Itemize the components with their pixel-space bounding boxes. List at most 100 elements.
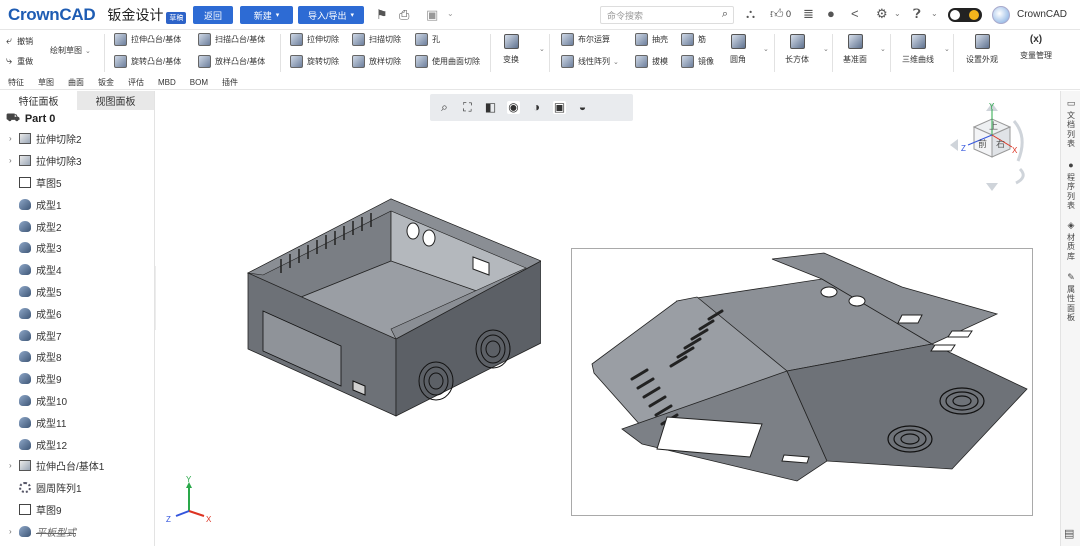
loft-cut-button[interactable]: 放样切除 <box>352 55 401 68</box>
tree-item[interactable]: 成型10 <box>0 390 154 412</box>
redo-button[interactable]: ⤷ 重做 <box>6 55 33 68</box>
properties-tab[interactable]: ✎ 属性面板 <box>1061 272 1080 323</box>
surface-cut-button[interactable]: 使用曲面切除 <box>415 55 480 68</box>
ref-plane-button[interactable]: 基准面 <box>843 34 867 65</box>
command-search-input[interactable]: 命令搜索 ⌕ <box>600 6 734 24</box>
tree-item[interactable]: › 拉伸切除2 <box>0 128 154 150</box>
sketch-button[interactable]: 绘制草图 ⌄ <box>50 45 91 56</box>
user-name[interactable]: CrownCAD <box>1017 9 1067 20</box>
chevron-right-icon[interactable]: › <box>9 156 19 165</box>
tree-item[interactable]: › 拉伸凸台/基体1 <box>0 455 154 477</box>
tree-item[interactable]: 草图9 <box>0 499 154 521</box>
tree-root[interactable]: ⛟ Part 0 <box>6 110 154 128</box>
revolve-boss-button[interactable]: 旋转凸台/基体 <box>114 55 181 68</box>
zoom-icon[interactable]: ⌕ <box>438 101 451 114</box>
render-icon[interactable]: ◒ <box>576 101 589 114</box>
list-icon[interactable]: ≣ <box>803 6 814 22</box>
tab-sheetmetal[interactable]: 钣金 <box>98 77 114 88</box>
tab-evaluate[interactable]: 评估 <box>128 77 144 88</box>
transform-button[interactable]: 变换 <box>503 34 519 65</box>
sweep-cut-button[interactable]: 扫描切除 <box>352 33 401 46</box>
tree-item[interactable]: 成型8 <box>0 346 154 368</box>
extrude-boss-button[interactable]: 拉伸凸台/基体 <box>114 33 181 46</box>
chevron-down-icon[interactable]: ⌄ <box>539 45 545 53</box>
view-cube[interactable]: 上 前 右 Y Z X <box>946 99 1038 191</box>
tab-feature-panel[interactable]: 特征面板 <box>0 91 77 110</box>
save-icon[interactable]: ▣ <box>426 7 438 23</box>
hole-button[interactable]: 孔 <box>415 33 440 46</box>
tab-view-panel[interactable]: 视图面板 <box>77 91 154 110</box>
tab-sketch[interactable]: 草图 <box>38 77 54 88</box>
tree-item[interactable]: 成型9 <box>0 368 154 390</box>
chevron-down-icon[interactable]: ⌄ <box>447 9 454 18</box>
tab-bom[interactable]: BOM <box>190 78 208 87</box>
tree-item[interactable]: 成型4 <box>0 259 154 281</box>
shell-button[interactable]: 抽壳 <box>635 33 668 46</box>
appearance-button[interactable]: 设置外观 <box>966 34 998 65</box>
avatar[interactable] <box>992 6 1010 24</box>
share-icon[interactable]: < <box>851 6 859 21</box>
variables-button[interactable]: (x) 变量管理 <box>1020 34 1052 61</box>
import-export-button[interactable]: 导入/导出 ▾ <box>298 6 364 24</box>
tree-item[interactable]: › 平板型式 <box>0 520 154 542</box>
chevron-down-icon[interactable]: ⌄ <box>931 9 938 18</box>
comment-icon[interactable]: ● <box>827 6 835 21</box>
tab-plugins[interactable]: 插件 <box>222 77 238 88</box>
chevron-down-icon[interactable]: ⌄ <box>763 45 769 53</box>
chevron-right-icon[interactable]: › <box>9 461 19 470</box>
chevron-right-icon[interactable]: › <box>9 527 19 536</box>
sweep-boss-button[interactable]: 扫描凸台/基体 <box>198 33 265 46</box>
tree-item[interactable]: 成型12 <box>0 433 154 455</box>
tree-item[interactable]: 成型5 <box>0 281 154 303</box>
section-view-icon[interactable]: ◑ <box>530 101 543 114</box>
tree-item[interactable]: › 拉伸切除3 <box>0 150 154 172</box>
fit-view-icon[interactable]: ⛶ <box>461 101 474 114</box>
linear-pattern-button[interactable]: 线性阵列 ⌄ <box>561 55 619 68</box>
tree-item[interactable]: 圆周阵列1 <box>0 477 154 499</box>
new-button[interactable]: 新建 ▾ <box>240 6 293 24</box>
view-orientation-icon[interactable]: ◧ <box>484 101 497 114</box>
fillet-button[interactable]: 圆角 <box>730 34 746 65</box>
tab-feature[interactable]: 特征 <box>8 77 24 88</box>
chevron-right-icon[interactable]: › <box>9 134 19 143</box>
material-lib-tab[interactable]: ◈ 材质库 <box>1061 220 1080 261</box>
share-tree-icon[interactable]: ⛬ <box>746 6 755 22</box>
notes-icon[interactable]: ▤ <box>1064 527 1074 540</box>
box-button[interactable]: 长方体 <box>785 34 809 65</box>
draft-button[interactable]: 拔模 <box>635 55 668 68</box>
flat-pattern-model[interactable] <box>572 249 1034 517</box>
tab-surface[interactable]: 曲面 <box>68 77 84 88</box>
print-icon[interactable]: ⎙ <box>399 7 409 23</box>
help-icon[interactable]: ❓︎ <box>913 6 921 22</box>
chevron-down-icon[interactable]: ⌄ <box>894 9 901 18</box>
tree-item[interactable]: 草图5 <box>0 172 154 194</box>
theme-toggle[interactable] <box>948 8 982 22</box>
loft-boss-button[interactable]: 放样凸台/基体 <box>198 55 265 68</box>
boolean-button[interactable]: 布尔运算 <box>561 33 610 46</box>
display-style-icon[interactable]: ▣ <box>553 101 566 114</box>
tree-item[interactable]: 成型11 <box>0 411 154 433</box>
tree-item[interactable]: 成型3 <box>0 237 154 259</box>
chevron-down-icon[interactable]: ⌄ <box>823 45 829 53</box>
tree-item[interactable]: 成型1 <box>0 193 154 215</box>
tab-mbd[interactable]: MBD <box>158 78 176 87</box>
program-list-tab[interactable]: ● 程序列表 <box>1061 160 1080 211</box>
extrude-cut-button[interactable]: 拉伸切除 <box>290 33 339 46</box>
tree-item[interactable]: 成型7 <box>0 324 154 346</box>
undo-button[interactable]: ⤶ 撤销 <box>6 35 33 48</box>
gear-icon[interactable]: ⚙ <box>876 6 888 22</box>
mirror-button[interactable]: 镜像 <box>681 55 714 68</box>
chevron-down-icon[interactable]: ⌄ <box>880 45 886 53</box>
curve3d-button[interactable]: 三维曲线 <box>902 34 934 65</box>
return-button[interactable]: 返回 <box>193 6 233 24</box>
visibility-icon[interactable]: ◉ <box>507 101 520 114</box>
search-icon[interactable]: ⌕ <box>722 8 728 21</box>
revolve-cut-button[interactable]: 旋转切除 <box>290 55 339 68</box>
tree-item[interactable]: 成型6 <box>0 302 154 324</box>
viewport-canvas[interactable]: ⌕ ⛶ ◧ ◉ ◑ ▣ ◒ 上 前 右 Y Z X Y X Z <box>156 91 1060 546</box>
thumbs-up-icon[interactable]: 👍︎ <box>770 6 784 22</box>
flat-pattern-view[interactable] <box>571 248 1033 516</box>
rib-button[interactable]: 筋 <box>681 33 706 46</box>
chevron-down-icon[interactable]: ⌄ <box>944 45 950 53</box>
doc-list-tab[interactable]: ▭ 文档列表 <box>1061 98 1080 149</box>
